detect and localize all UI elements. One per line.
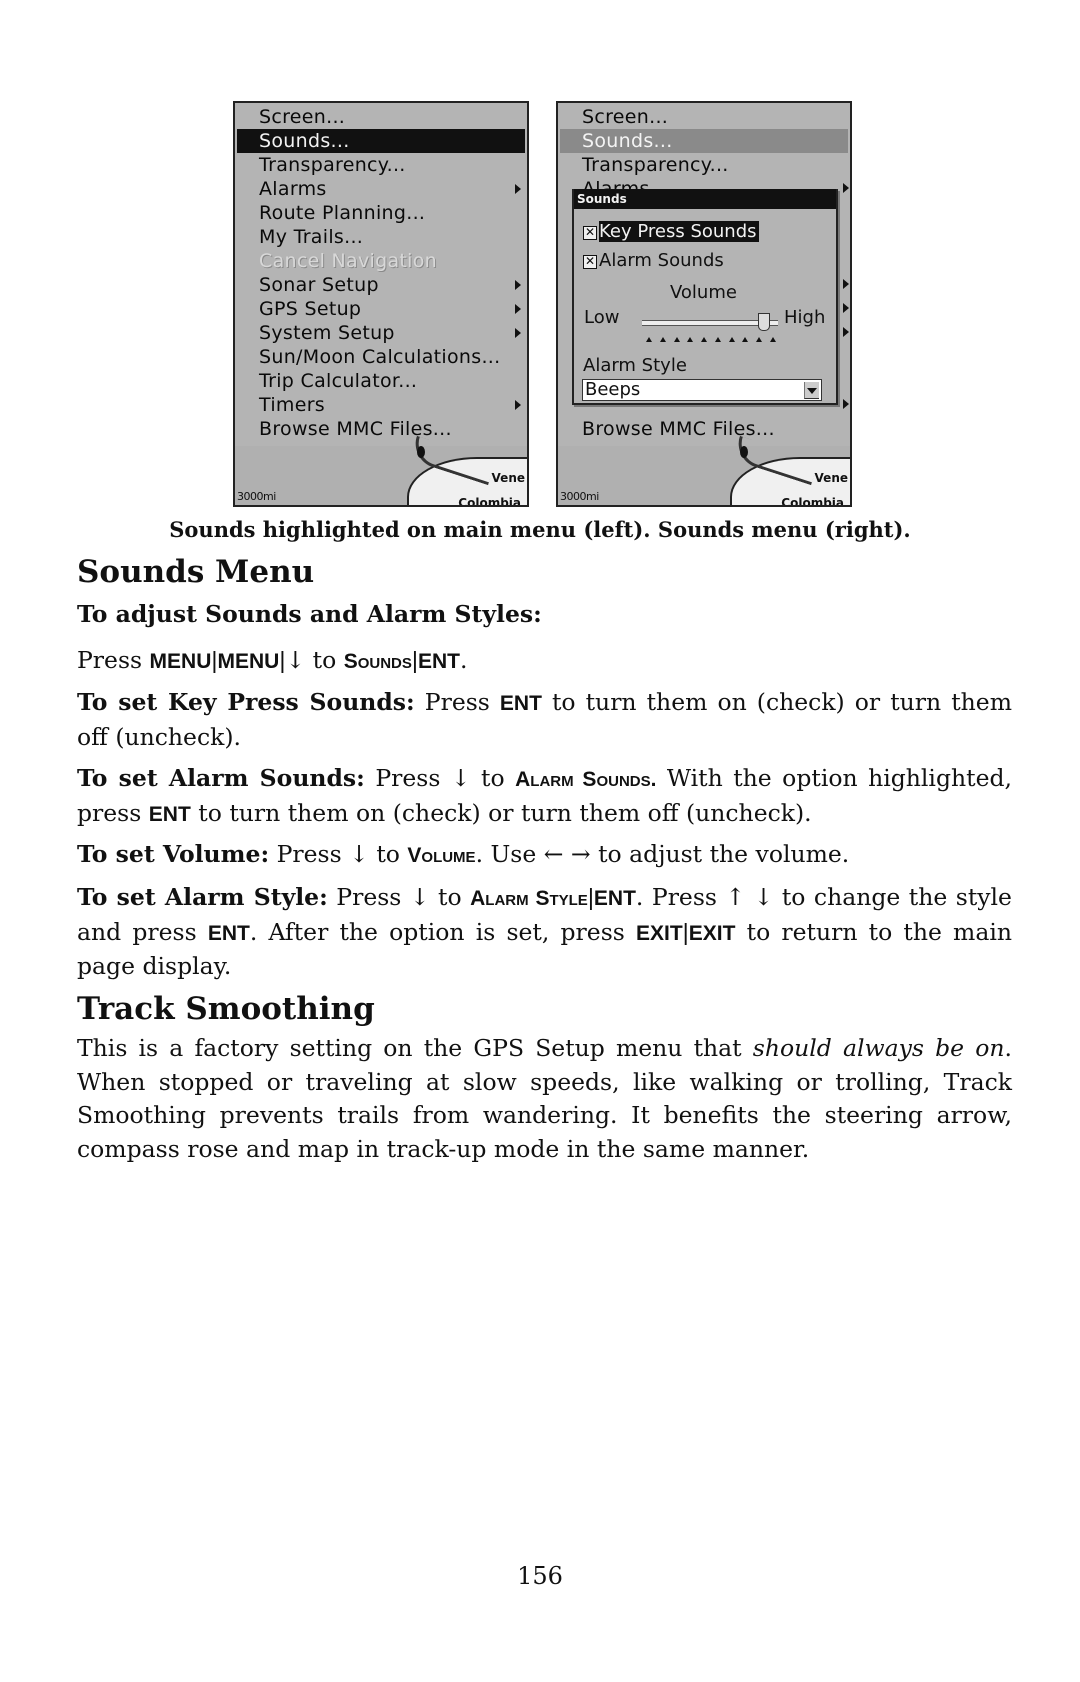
alarm-style-label: Alarm Style bbox=[583, 355, 687, 376]
menu-item-trip-calculator[interactable]: Trip Calculator... bbox=[237, 369, 525, 393]
menu-item-browse-mmc-files[interactable]: Browse MMC Files... bbox=[237, 417, 525, 441]
menu-item-cancel-navigation: Cancel Navigation bbox=[259, 250, 437, 272]
main-menu-background: Screen... Sounds... Transparency... Alar… bbox=[558, 103, 850, 448]
volume-tick bbox=[714, 337, 721, 342]
volume-tick bbox=[742, 337, 749, 342]
submenu-arrow-icon bbox=[843, 183, 849, 193]
menu-item-browse-mmc[interactable]: Browse MMC Files... bbox=[560, 417, 848, 441]
volume-high-label: High bbox=[784, 307, 826, 328]
volume-tick bbox=[728, 337, 735, 342]
submenu-arrow-icon bbox=[515, 280, 521, 290]
down-arrow-icon: ↓ bbox=[409, 883, 430, 911]
section-heading-sounds-menu: Sounds Menu bbox=[77, 554, 315, 590]
section-heading-track-smoothing: Track Smoothing bbox=[77, 991, 375, 1027]
volume-tick bbox=[769, 337, 776, 342]
volume-slider[interactable] bbox=[642, 313, 778, 331]
alarm-sounds-label: Alarm Sounds bbox=[599, 250, 724, 271]
volume-tick bbox=[687, 337, 694, 342]
volume-low-label: Low bbox=[584, 307, 620, 328]
submenu-arrow-icon bbox=[515, 328, 521, 338]
map-label-colombia: Colombia bbox=[781, 496, 844, 507]
checkbox-checked-icon[interactable]: ✕ bbox=[583, 226, 597, 240]
alarm-style-value: Beeps bbox=[585, 379, 641, 400]
menu-item-timers[interactable]: Timers bbox=[237, 393, 525, 417]
instruction-alarm-sounds: To set Alarm Sounds: Press ↓ to Alarm So… bbox=[77, 764, 1012, 827]
sounds-menu-screenshot: Screen... Sounds... Transparency... Alar… bbox=[556, 101, 852, 507]
main-menu: Screen... Sounds... Transparency... Alarms R… bbox=[235, 103, 527, 448]
map-label-venezuela: Vene bbox=[814, 471, 848, 485]
checkbox-checked-icon[interactable]: ✕ bbox=[583, 255, 597, 269]
main-menu-screenshot: Screen... Sounds... Transparency... Alarms R… bbox=[233, 101, 529, 507]
menu-item-sun-moon-calculations[interactable]: Sun/Moon Calculations... bbox=[237, 345, 525, 369]
menu-item-transparency[interactable]: Transparency... bbox=[560, 153, 848, 177]
volume-label: Volume bbox=[670, 282, 737, 303]
menu-item-screen[interactable]: Screen... bbox=[237, 105, 525, 129]
chevron-down-icon[interactable] bbox=[804, 382, 819, 399]
track-smoothing-paragraph: This is a factory setting on the GPS Set… bbox=[77, 1034, 1013, 1163]
map-scale: 3000mi bbox=[237, 490, 276, 503]
menu-item-gps-setup[interactable]: GPS Setup bbox=[237, 297, 525, 321]
down-arrow-icon: ↓ bbox=[285, 646, 306, 674]
volume-tick bbox=[659, 337, 666, 342]
subheading-adjust-sounds: To adjust Sounds and Alarm Styles: bbox=[77, 600, 542, 628]
page-number: 156 bbox=[517, 1562, 563, 1590]
down-arrow-icon: ↓ bbox=[349, 840, 369, 868]
map-view: Vene Colombia 3000mi bbox=[235, 435, 527, 507]
map-scale: 3000mi bbox=[560, 490, 599, 503]
map-label-colombia: Colombia bbox=[458, 496, 521, 507]
volume-slider-thumb[interactable] bbox=[758, 313, 771, 331]
down-arrow-icon: ↓ bbox=[450, 764, 471, 792]
alarm-style-select[interactable]: Beeps bbox=[582, 379, 822, 401]
key-press-sounds-label: Key Press Sounds bbox=[599, 221, 759, 242]
submenu-arrow-icon bbox=[843, 303, 849, 313]
submenu-arrow-icon bbox=[843, 399, 849, 409]
submenu-arrow-icon bbox=[843, 327, 849, 337]
menu-item-alarms[interactable]: Alarms bbox=[560, 177, 848, 189]
submenu-arrow-icon bbox=[843, 279, 849, 289]
menu-item-sounds[interactable]: Sounds... bbox=[560, 129, 848, 153]
menu-item-screen[interactable]: Screen... bbox=[560, 105, 848, 129]
instruction-volume: To set Volume: Press ↓ to Volume. Use ← … bbox=[77, 840, 850, 868]
figure-caption: Sounds highlighted on main menu (left). … bbox=[169, 517, 911, 542]
instruction-open-sounds: Press MENU|MENU|↓ to Sounds|ENT. bbox=[77, 646, 468, 674]
submenu-arrow-icon bbox=[515, 400, 521, 410]
menu-item-alarms[interactable]: Alarms bbox=[237, 177, 525, 201]
submenu-arrow-icon bbox=[515, 184, 521, 194]
dialog-title: Sounds bbox=[574, 189, 836, 209]
position-marker-icon bbox=[417, 446, 425, 458]
volume-tick bbox=[673, 337, 680, 342]
menu-item-system-setup[interactable]: System Setup bbox=[237, 321, 525, 345]
menu-item-transparency[interactable]: Transparency... bbox=[237, 153, 525, 177]
up-down-arrows-icon: ↑ ↓ bbox=[725, 883, 774, 911]
menu-item-sonar-setup[interactable]: Sonar Setup bbox=[237, 273, 525, 297]
volume-tick bbox=[701, 337, 708, 342]
map-view: Vene Colombia 3000mi bbox=[558, 435, 850, 507]
menu-item-sounds[interactable]: Sounds... bbox=[237, 129, 525, 153]
instruction-key-press-sounds: To set Key Press Sounds: Press ENT to tu… bbox=[77, 688, 1012, 751]
alarm-sounds-option[interactable]: ✕ Alarm Sounds bbox=[583, 250, 724, 272]
map-label-venezuela: Vene bbox=[491, 471, 525, 485]
position-marker-icon bbox=[740, 446, 748, 458]
submenu-arrow-icon bbox=[515, 304, 521, 314]
menu-item-route-planning[interactable]: Route Planning... bbox=[237, 201, 525, 225]
menu-item-my-trails[interactable]: My Trails... bbox=[237, 225, 525, 249]
volume-tick bbox=[756, 337, 763, 342]
volume-ticks bbox=[646, 337, 776, 343]
volume-tick bbox=[646, 337, 652, 342]
key-press-sounds-option[interactable]: ✕ Key Press Sounds bbox=[583, 221, 759, 243]
left-right-arrows-icon: ← → bbox=[543, 840, 591, 868]
sounds-dialog: Sounds ✕ Key Press Sounds ✕ Alarm Sounds V… bbox=[572, 189, 838, 405]
instruction-alarm-style: To set Alarm Style: Press ↓ to Alarm Sty… bbox=[77, 883, 1012, 980]
